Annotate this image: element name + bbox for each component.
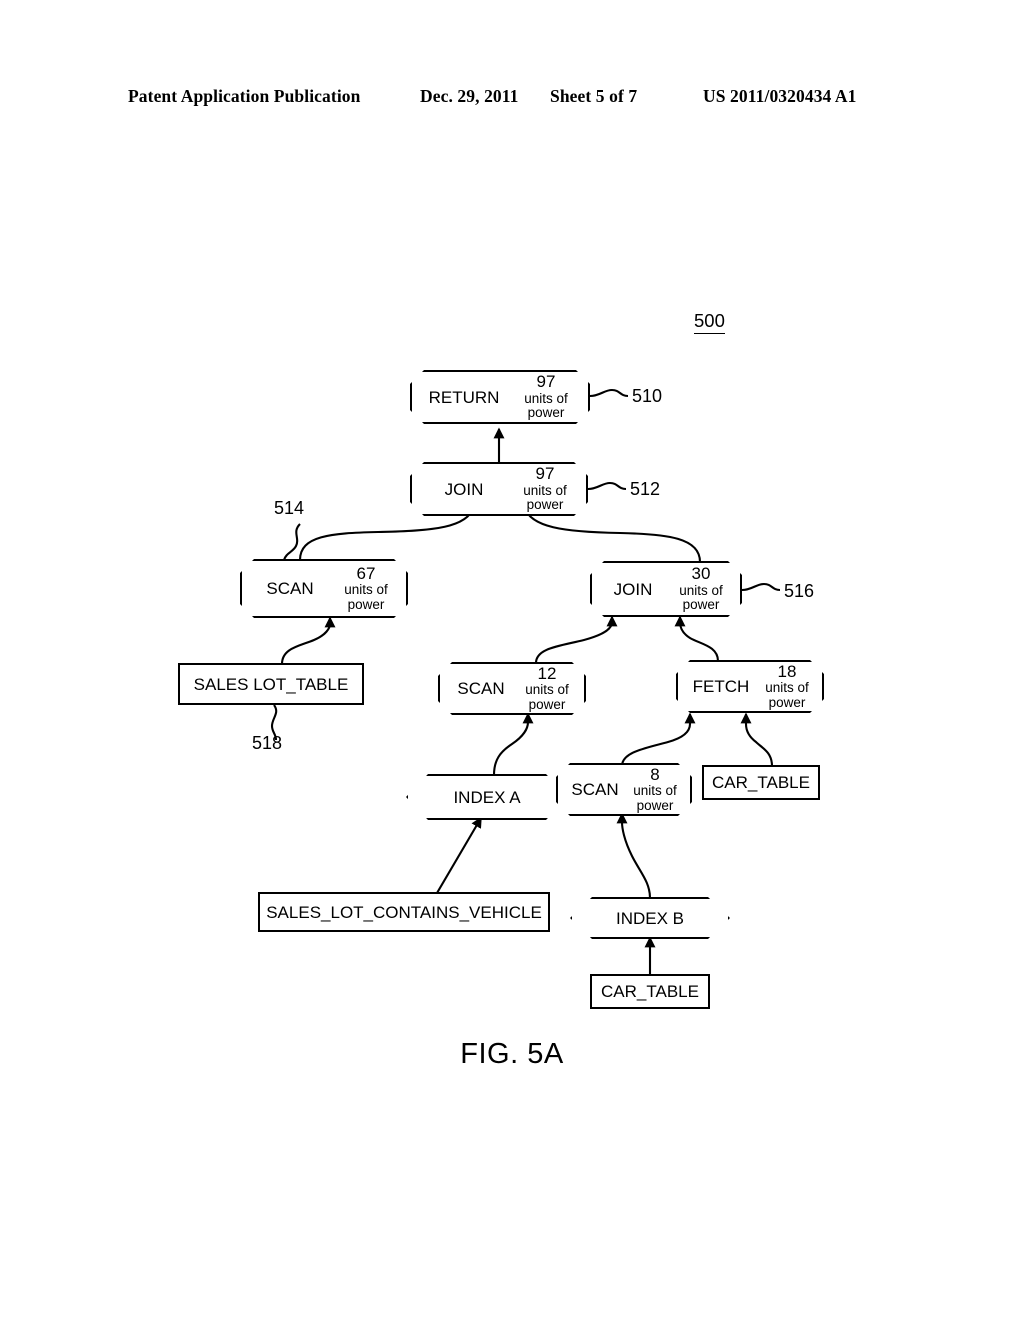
ref-numeral-516: 516	[784, 581, 815, 601]
ref-numeral-512: 512	[630, 479, 661, 499]
figure-500-canvas: 500 RETURN 97 units of power 510 JOIN 97…	[0, 0, 1024, 1320]
node-sales-lot-contains-vehicle[interactable]: SALES_LOT_CONTAINS_VEHICLE	[258, 892, 550, 932]
wire-cartable-upper-to-fetch18	[740, 712, 774, 767]
node-join512-cost: 97 units of power	[523, 464, 567, 513]
sales-lot-table-label: SALES LOT_TABLE	[193, 674, 349, 694]
node-join512-label: JOIN	[444, 479, 484, 499]
leader-514	[282, 523, 301, 561]
node-car-table-lower[interactable]: CAR_TABLE	[590, 974, 710, 1009]
wire-indexb-to-scan8	[616, 812, 652, 899]
node-scan514-cost: 67 units of power	[344, 563, 388, 612]
node-scan-12[interactable]: SCAN 12 units of power	[438, 662, 586, 715]
node-scan-8[interactable]: SCAN 8 units of power	[556, 763, 692, 816]
node-return-cost: 97 units of power	[524, 372, 568, 421]
figure-ref-500: 500	[694, 310, 725, 334]
ref-numeral-518: 518	[252, 733, 283, 753]
car-table-lower-label: CAR_TABLE	[601, 982, 699, 1001]
node-return-510[interactable]: RETURN 97 units of power	[410, 370, 590, 424]
node-join516-label: JOIN	[613, 579, 653, 599]
node-return-label: RETURN	[428, 387, 500, 407]
node-fetch-18[interactable]: FETCH 18 units of power	[676, 660, 824, 713]
wire-scan12-to-join516	[534, 615, 618, 664]
index-b-label: INDEX B	[615, 908, 685, 928]
wire-fetch18-to-join516	[674, 615, 720, 662]
node-join-512[interactable]: JOIN 97 units of power	[410, 462, 588, 516]
node-car-table-upper[interactable]: CAR_TABLE	[702, 765, 820, 800]
index-a-label: INDEX A	[453, 787, 521, 807]
node-scan8-cost: 8 units of power	[633, 764, 677, 813]
node-sales-lot-table[interactable]: SALES LOT_TABLE	[178, 663, 364, 705]
wire-scan8-to-fetch18	[620, 712, 696, 767]
wire-salesvehicle-to-indexa	[436, 816, 482, 894]
leader-510	[589, 388, 629, 398]
node-index-b[interactable]: INDEX B	[570, 897, 730, 939]
node-scan-514[interactable]: SCAN 67 units of power	[240, 559, 408, 618]
figure-caption: FIG. 5A	[460, 1038, 564, 1070]
node-join516-cost: 30 units of power	[679, 564, 723, 613]
node-scan8-label: SCAN	[571, 780, 619, 799]
node-index-a[interactable]: INDEX A	[406, 774, 568, 820]
node-scan12-label: SCAN	[457, 679, 505, 698]
ref-numeral-510: 510	[632, 386, 663, 406]
sales-lot-contains-vehicle-label: SALES_LOT_CONTAINS_VEHICLE	[266, 902, 542, 922]
leader-512	[587, 481, 627, 491]
connector-wires	[270, 388, 781, 975]
ref-numeral-514: 514	[274, 498, 305, 518]
leader-516	[741, 582, 781, 592]
node-join-516[interactable]: JOIN 30 units of power	[590, 561, 742, 617]
node-scan12-cost: 12 units of power	[525, 663, 569, 712]
wire-saleslottable-to-scan514	[280, 616, 336, 665]
wire-indexa-to-scan12	[492, 712, 534, 776]
node-scan514-label: SCAN	[266, 579, 314, 598]
node-fetch18-label: FETCH	[692, 677, 750, 696]
car-table-upper-label: CAR_TABLE	[712, 773, 810, 792]
node-fetch18-cost: 18 units of power	[765, 661, 809, 710]
